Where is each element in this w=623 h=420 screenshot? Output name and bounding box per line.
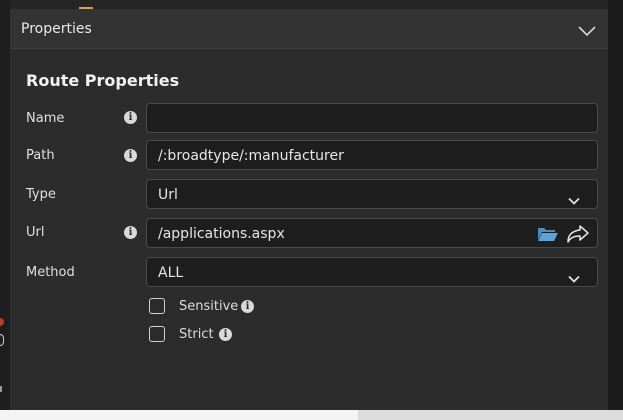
url-info-icon[interactable]: i — [124, 226, 137, 239]
strict-label[interactable]: Strict — [179, 327, 214, 342]
name-input[interactable] — [146, 103, 598, 133]
type-label: Type — [26, 187, 56, 202]
type-value: Url — [158, 187, 178, 203]
top-tab-strip — [10, 0, 608, 9]
path-info-icon[interactable]: i — [124, 149, 137, 162]
gutter-mark — [0, 386, 2, 392]
chevron-down-icon — [568, 268, 580, 287]
horizontal-scrollbar-track[interactable] — [0, 410, 358, 420]
chevron-down-icon[interactable] — [578, 22, 596, 41]
strict-info-icon[interactable]: i — [219, 328, 232, 341]
share-arrow-icon[interactable] — [566, 224, 590, 248]
url-value: /applications.aspx — [158, 226, 285, 242]
name-info-icon[interactable]: i — [124, 111, 137, 124]
path-input[interactable]: /:broadtype/:manufacturer — [146, 140, 598, 170]
horizontal-scrollbar-thumb[interactable] — [358, 410, 623, 420]
left-gutter — [0, 0, 10, 410]
right-edge — [608, 0, 623, 410]
gutter-ring-icon — [0, 334, 4, 346]
properties-header-title: Properties — [21, 21, 92, 37]
section-title: Route Properties — [26, 71, 180, 90]
method-label: Method — [26, 265, 75, 280]
path-label: Path — [26, 148, 55, 163]
sensitive-info-icon[interactable]: i — [241, 300, 254, 313]
properties-header[interactable]: Properties — [10, 9, 608, 49]
strict-checkbox[interactable] — [149, 326, 165, 342]
path-value: /:broadtype/:manufacturer — [158, 148, 344, 164]
sensitive-label[interactable]: Sensitive — [179, 299, 238, 314]
method-select[interactable]: ALL — [146, 257, 598, 287]
type-select[interactable]: Url — [146, 179, 598, 209]
properties-panel: Properties Route Properties Name i Path … — [10, 0, 608, 410]
url-input[interactable]: /applications.aspx — [146, 218, 598, 248]
name-label: Name — [26, 111, 65, 126]
sensitive-checkbox[interactable] — [149, 298, 165, 314]
method-value: ALL — [158, 265, 184, 281]
folder-open-icon[interactable] — [537, 226, 559, 246]
url-label: Url — [26, 225, 45, 240]
notification-dot-icon — [0, 318, 4, 326]
chevron-down-icon — [568, 190, 580, 209]
